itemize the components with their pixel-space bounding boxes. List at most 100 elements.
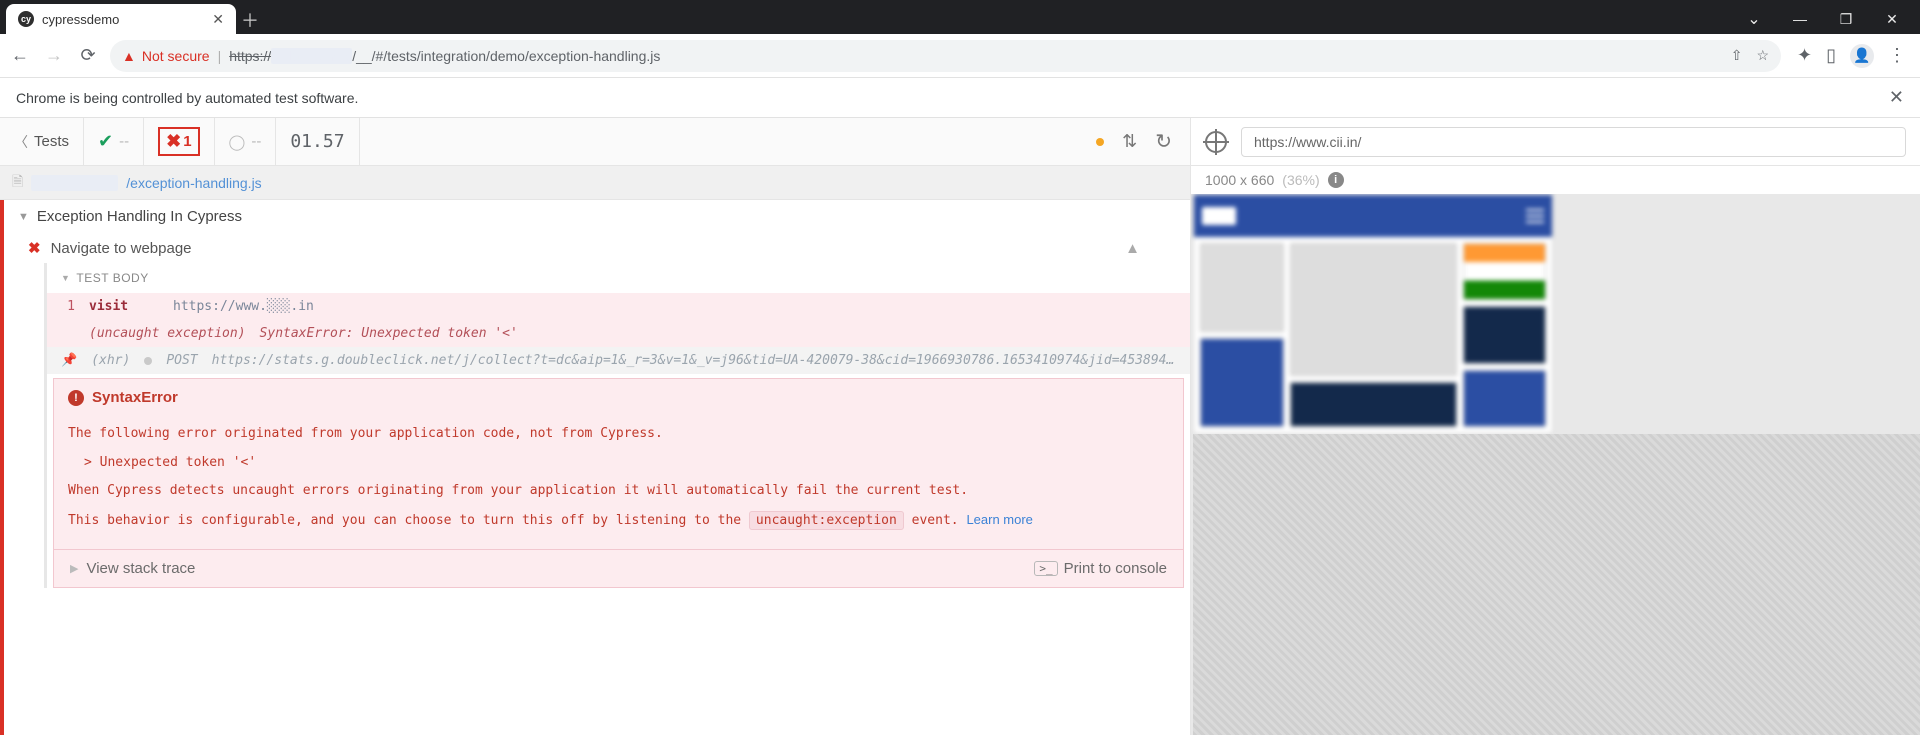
- tests-back-button[interactable]: 〈 Tests: [0, 118, 84, 165]
- nav-back-icon[interactable]: ←: [8, 44, 32, 68]
- command-xhr[interactable]: 📌 (xhr) POST https://stats.g.doubleclick…: [47, 347, 1190, 374]
- browser-tab[interactable]: cy cypressdemo ✕: [6, 4, 236, 34]
- xhr-label: (xhr): [91, 353, 130, 368]
- error-line-3: When Cypress detects uncaught errors ori…: [68, 477, 1169, 506]
- extensions-icon[interactable]: ✦: [1797, 45, 1812, 66]
- uncaught-label: (uncaught exception): [89, 326, 246, 341]
- chrome-menu-icon[interactable]: ⋮: [1888, 45, 1906, 66]
- aut-header: https://www.cii.in/: [1191, 118, 1920, 166]
- autoscroll-dot-icon: [1096, 138, 1104, 146]
- view-stack-trace-button[interactable]: View stack trace: [86, 560, 195, 577]
- print-console-label: Print to console: [1064, 560, 1167, 577]
- error-line-1: The following error originated from your…: [68, 420, 1169, 449]
- window-minimize-icon[interactable]: —: [1778, 4, 1822, 34]
- content-box: [1200, 338, 1284, 427]
- test-title: Navigate to webpage: [51, 240, 192, 257]
- pass-count: --: [119, 133, 129, 150]
- infobar-message: Chrome is being controlled by automated …: [16, 90, 358, 106]
- nav-reload-icon[interactable]: ⟳: [76, 44, 100, 68]
- aut-canvas: [1191, 194, 1920, 735]
- infobar-close-icon[interactable]: ✕: [1889, 87, 1904, 108]
- window-close-icon[interactable]: ✕: [1870, 4, 1914, 34]
- bookmark-star-icon[interactable]: ☆: [1756, 47, 1769, 64]
- side-panel-icon[interactable]: ▯: [1826, 45, 1836, 66]
- aut-iframe[interactable]: [1193, 194, 1553, 434]
- spec-filename: /exception-handling.js: [126, 175, 261, 191]
- fail-count: 1: [183, 133, 191, 150]
- uncaught-message: SyntaxError: Unexpected token '<': [260, 326, 518, 341]
- test-warning-icon: ▲: [1125, 240, 1166, 257]
- stats-duration: 01.57: [276, 118, 359, 165]
- stats-passed: ✔ --: [84, 118, 144, 165]
- check-icon: ✔: [98, 131, 113, 152]
- print-console-button[interactable]: >_ Print to console: [1034, 560, 1167, 577]
- caret-right-icon: ▶: [70, 562, 78, 575]
- hamburger-icon: [1526, 209, 1544, 223]
- info-icon[interactable]: i: [1328, 172, 1344, 188]
- xhr-status-dot-icon: [144, 357, 152, 365]
- content-box: [1200, 243, 1284, 332]
- warning-triangle-icon: ▲: [122, 48, 136, 64]
- error-learn-more-link[interactable]: Learn more: [966, 512, 1032, 527]
- caret-down-icon: ▼: [61, 273, 70, 283]
- chevron-left-icon: 〈: [14, 132, 28, 152]
- command-visit[interactable]: 1 visit https://www.░░░.in: [47, 293, 1190, 320]
- spec-path-hidden: x: [31, 175, 118, 191]
- aut-url-input[interactable]: https://www.cii.in/: [1241, 127, 1906, 157]
- fail-highlight-box: ✖ 1: [158, 127, 199, 156]
- flag-box: [1463, 243, 1547, 300]
- x-icon: ✖: [166, 131, 181, 152]
- share-icon[interactable]: ⇧: [1731, 47, 1743, 64]
- test-row[interactable]: ✖ Navigate to webpage ▲: [4, 233, 1190, 263]
- separator: |: [218, 48, 222, 64]
- autoscroll-toggle-icon[interactable]: ⇅: [1122, 131, 1137, 152]
- command-name: visit: [89, 299, 159, 314]
- new-tab-button[interactable]: ＋: [236, 6, 264, 34]
- selector-playground-icon[interactable]: [1205, 131, 1227, 153]
- error-line-4: This behavior is configurable, and you c…: [68, 506, 1169, 536]
- command-message: https://www.░░░.in: [173, 299, 314, 314]
- test-body-label-row[interactable]: ▼ TEST BODY: [47, 263, 1190, 293]
- content-box: [1463, 370, 1547, 427]
- window-maximize-icon[interactable]: ❐: [1824, 4, 1868, 34]
- pending-circle-icon: ◯: [229, 133, 246, 151]
- aut-overflow-area: [1193, 434, 1920, 735]
- test-fail-icon: ✖: [28, 239, 41, 257]
- rerun-icon[interactable]: ↻: [1155, 129, 1172, 154]
- terminal-icon: >_: [1034, 561, 1057, 576]
- xhr-method: POST: [166, 353, 197, 368]
- aut-panel: https://www.cii.in/ 1000 x 660 (36%) i: [1190, 118, 1920, 735]
- content-box: [1290, 382, 1457, 428]
- suite-row[interactable]: ▼ Exception Handling In Cypress: [4, 200, 1190, 233]
- tab-close-icon[interactable]: ✕: [212, 11, 224, 28]
- file-icon: 🗎: [12, 171, 23, 195]
- spec-file-bar[interactable]: 🗎 x /exception-handling.js: [0, 166, 1190, 200]
- url-scheme: https://: [229, 48, 271, 64]
- caret-down-icon: ▼: [18, 211, 29, 223]
- error-block: ! SyntaxError The following error origin…: [53, 378, 1184, 588]
- suite-title: Exception Handling In Cypress: [37, 208, 242, 225]
- automation-infobar: Chrome is being controlled by automated …: [0, 78, 1920, 118]
- error-event-code: uncaught:exception: [749, 511, 904, 530]
- pin-icon[interactable]: 📌: [61, 353, 77, 368]
- url-path: /__/#/tests/integration/demo/exception-h…: [352, 48, 660, 64]
- chrome-tools: ✦ ▯ 👤 ⋮: [1791, 44, 1912, 68]
- chrome-tabstrip: cy cypressdemo ✕ ＋ ⌄ — ❐ ✕: [0, 0, 1920, 34]
- error-body: The following error originated from your…: [54, 416, 1183, 549]
- site-logo: [1202, 207, 1236, 225]
- command-uncaught[interactable]: (uncaught exception) SyntaxError: Unexpe…: [47, 320, 1190, 347]
- nav-forward-icon[interactable]: →: [42, 44, 66, 68]
- profile-avatar-icon[interactable]: 👤: [1850, 44, 1874, 68]
- reporter-header: 〈 Tests ✔ -- ✖ 1 ◯ -- 01.57: [0, 118, 1190, 166]
- reporter-panel: 〈 Tests ✔ -- ✖ 1 ◯ -- 01.57: [0, 118, 1190, 735]
- tab-title: cypressdemo: [42, 12, 204, 27]
- address-bar[interactable]: ▲ Not secure | https://redactedhost/__/#…: [110, 40, 1781, 72]
- content-box: [1463, 306, 1547, 363]
- tests-label: Tests: [34, 133, 69, 150]
- tab-search-icon[interactable]: ⌄: [1732, 4, 1776, 34]
- error-title-row: ! SyntaxError: [54, 379, 1183, 416]
- security-warning[interactable]: ▲ Not secure: [122, 48, 210, 64]
- address-url: https://redactedhost/__/#/tests/integrat…: [229, 48, 660, 64]
- error-line-2: > Unexpected token '<': [68, 449, 1169, 478]
- stats-failed: ✖ 1: [144, 118, 214, 165]
